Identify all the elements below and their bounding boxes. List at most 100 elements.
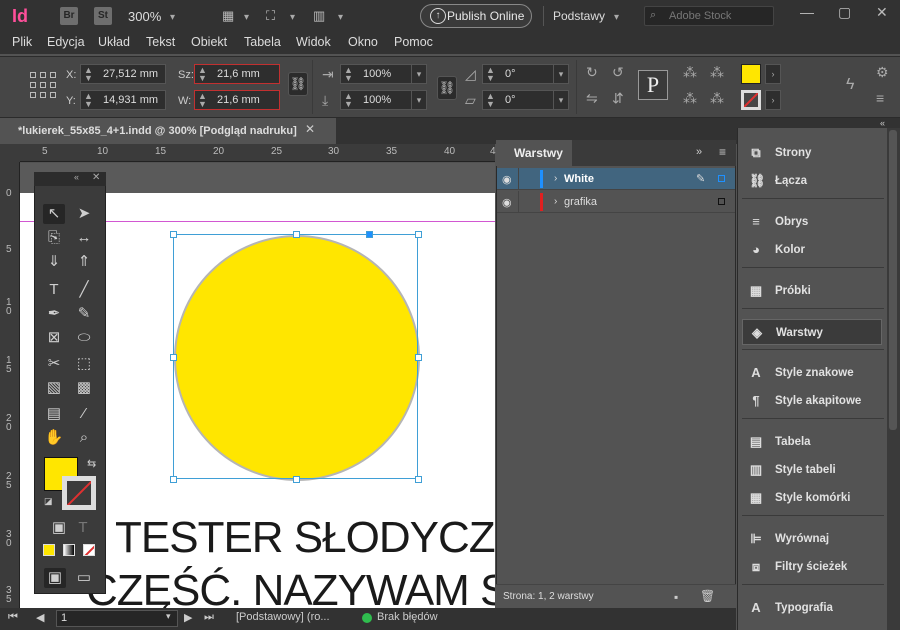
close-icon[interactable]: ✕ — [92, 172, 100, 183]
constrain-scale-chain-icon[interactable]: ⛓ — [437, 76, 457, 100]
reference-point-icon[interactable] — [30, 72, 56, 98]
resize-handle[interactable] — [170, 231, 177, 238]
quick-apply-lightning-icon[interactable]: ϟ — [846, 76, 854, 94]
gradient-swatch-tool-icon[interactable]: ▧ — [43, 378, 65, 398]
page-heading-text[interactable]: TESTER SŁODYCZY — [115, 513, 495, 563]
preflight-status[interactable]: Brak błędów — [377, 611, 438, 623]
menu-tabela[interactable]: Tabela — [244, 35, 281, 49]
menu-tekst[interactable]: Tekst — [146, 35, 175, 49]
resize-handle[interactable] — [170, 476, 177, 483]
scale-y-field[interactable]: ▲ ▼ 100% — [340, 90, 412, 110]
swap-colors-icon[interactable]: ⇆ — [87, 457, 96, 470]
resize-handle[interactable] — [293, 231, 300, 238]
select-content-icon[interactable]: ⁂ — [710, 64, 724, 81]
panel-style-tabeli[interactable]: ▥ Style tabeli — [742, 457, 882, 483]
eye-icon[interactable]: ◉ — [502, 173, 512, 186]
x-position-field[interactable]: ▲ ▼ 27,512 mm — [80, 64, 166, 84]
zoom-tool-icon[interactable]: ⌕ — [73, 428, 95, 448]
flip-vertical-icon[interactable]: ⇵ — [612, 90, 624, 107]
select-previous-icon[interactable]: ⁂ — [683, 90, 697, 107]
note-tool-icon[interactable]: ▤ — [43, 404, 65, 424]
panel-typografia[interactable]: A Typografia — [742, 595, 882, 621]
pen-tool-icon[interactable]: ✒ — [43, 304, 65, 324]
rotate-counterclockwise-icon[interactable]: ↺ — [612, 64, 624, 81]
resize-handle[interactable] — [293, 476, 300, 483]
close-icon[interactable]: ✕ — [876, 4, 888, 21]
vertical-ruler[interactable]: 0 5 1 0 1 5 2 0 2 5 3 0 3 5 — [0, 162, 20, 608]
constrain-proportions-chain-icon[interactable]: ⛓ — [288, 72, 308, 96]
panel-strony[interactable]: ⧉ Strony — [742, 140, 882, 166]
formatting-container-icon[interactable]: ▣ — [48, 518, 70, 538]
chevron-down-icon[interactable]: ▾ — [244, 12, 249, 23]
next-page-icon[interactable]: ▶ — [184, 611, 192, 624]
free-transform-tool-icon[interactable]: ⬚ — [73, 354, 95, 374]
pencil-tool-icon[interactable]: ✎ — [73, 304, 95, 324]
y-position-field[interactable]: ▲ ▼ 14,931 mm — [80, 90, 166, 110]
chevron-down-icon[interactable]: ▾ — [338, 12, 343, 23]
horizontal-ruler[interactable]: 5 10 15 20 25 30 35 40 45 — [20, 144, 501, 162]
stepper-icon[interactable]: ▲ ▼ — [344, 92, 353, 109]
minimize-icon[interactable]: — — [800, 4, 814, 20]
menu-obiekt[interactable]: Obiekt — [191, 35, 227, 49]
new-layer-icon[interactable]: ▪ — [674, 590, 678, 604]
panel-style-komorki[interactable]: ▦ Style komórki — [742, 485, 882, 511]
document-tab[interactable]: *lukierek_55x85_4+1.indd @ 300% [Podgląd… — [0, 118, 336, 144]
content-placer-icon[interactable]: ⇑ — [73, 252, 95, 272]
gap-tool-icon[interactable]: ↔ — [73, 228, 95, 248]
menu-okno[interactable]: Okno — [348, 35, 378, 49]
stepper-icon[interactable]: ▲ ▼ — [84, 92, 93, 109]
menu-plik[interactable]: Plik — [12, 35, 32, 49]
resize-handle[interactable] — [415, 231, 422, 238]
layer-selection-indicator[interactable] — [718, 198, 725, 205]
last-page-icon[interactable]: ⏭ — [204, 611, 214, 624]
panel-lacza[interactable]: ⛓ Łącza — [742, 168, 882, 194]
chevron-down-icon[interactable]: ▾ — [411, 64, 427, 84]
line-tool-icon[interactable]: ╱ — [73, 280, 95, 300]
menu-edycja[interactable]: Edycja — [47, 35, 85, 49]
gradient-feather-tool-icon[interactable]: ▩ — [73, 378, 95, 398]
chevron-down-icon[interactable]: ▾ — [553, 64, 569, 84]
dock-scrollbar-thumb[interactable] — [889, 130, 897, 430]
bridge-icon[interactable]: Br — [60, 7, 78, 25]
flip-horizontal-icon[interactable]: ⇋ — [586, 90, 598, 107]
select-container-icon[interactable]: ⁂ — [683, 64, 697, 81]
content-grabber-handle[interactable] — [366, 231, 373, 238]
layer-name[interactable]: grafika — [564, 196, 597, 208]
chevron-right-icon[interactable]: › — [765, 64, 781, 84]
eyedropper-tool-icon[interactable]: ⁄ — [73, 404, 95, 424]
apply-none-icon[interactable] — [83, 544, 95, 556]
menu-uklad[interactable]: Układ — [98, 35, 130, 49]
stepper-icon[interactable]: ▲ ▼ — [84, 66, 93, 83]
scale-x-field[interactable]: ▲ ▼ 100% — [340, 64, 412, 84]
direct-selection-tool-icon[interactable]: ➤ — [73, 204, 95, 224]
menu-pomoc[interactable]: Pomoc — [394, 35, 433, 49]
panel-tabela[interactable]: ▤ Tabela — [742, 429, 882, 455]
panel-menu-icon[interactable]: ≡ — [876, 90, 884, 106]
resize-handle[interactable] — [170, 354, 177, 361]
stroke-swatch[interactable] — [741, 90, 761, 110]
rotation-angle-field[interactable]: ▲ ▼ 0° — [482, 64, 554, 84]
previous-page-icon[interactable]: ◀ — [36, 611, 44, 624]
select-next-icon[interactable]: ⁂ — [710, 90, 724, 107]
panel-obrys[interactable]: ≡ Obrys — [742, 209, 882, 235]
zoom-level[interactable]: 300% — [128, 9, 161, 24]
panel-warstwy[interactable]: ◈ Warstwy — [742, 319, 882, 345]
scissors-tool-icon[interactable]: ✂ — [43, 354, 65, 374]
preview-mode-icon[interactable]: ▭ — [73, 568, 95, 588]
chevron-down-icon[interactable]: ▾ — [614, 12, 619, 23]
gear-icon[interactable]: ⚙ — [876, 64, 889, 81]
layer-row-grafika[interactable] — [497, 191, 735, 213]
panel-style-akapitowe[interactable]: ¶ Style akapitowe — [742, 388, 882, 414]
rotate-clockwise-icon[interactable]: ↻ — [586, 64, 598, 81]
layer-selection-indicator[interactable] — [718, 175, 725, 182]
selection-tool-icon[interactable]: ↖ — [43, 204, 65, 224]
collapse-icon[interactable]: « — [74, 172, 79, 182]
layers-panel-tab[interactable]: Warstwy — [496, 140, 572, 166]
close-tab-icon[interactable]: ✕ — [305, 122, 315, 136]
chevron-right-icon[interactable]: › — [765, 90, 781, 110]
apply-gradient-icon[interactable] — [63, 544, 75, 556]
chevron-down-icon[interactable]: ▾ — [290, 12, 295, 23]
apply-color-icon[interactable] — [43, 544, 55, 556]
panel-filtry-sciezek[interactable]: ⧈ Filtry ścieżek — [742, 554, 882, 580]
height-field[interactable]: ▲ ▼ 21,6 mm — [194, 90, 280, 110]
